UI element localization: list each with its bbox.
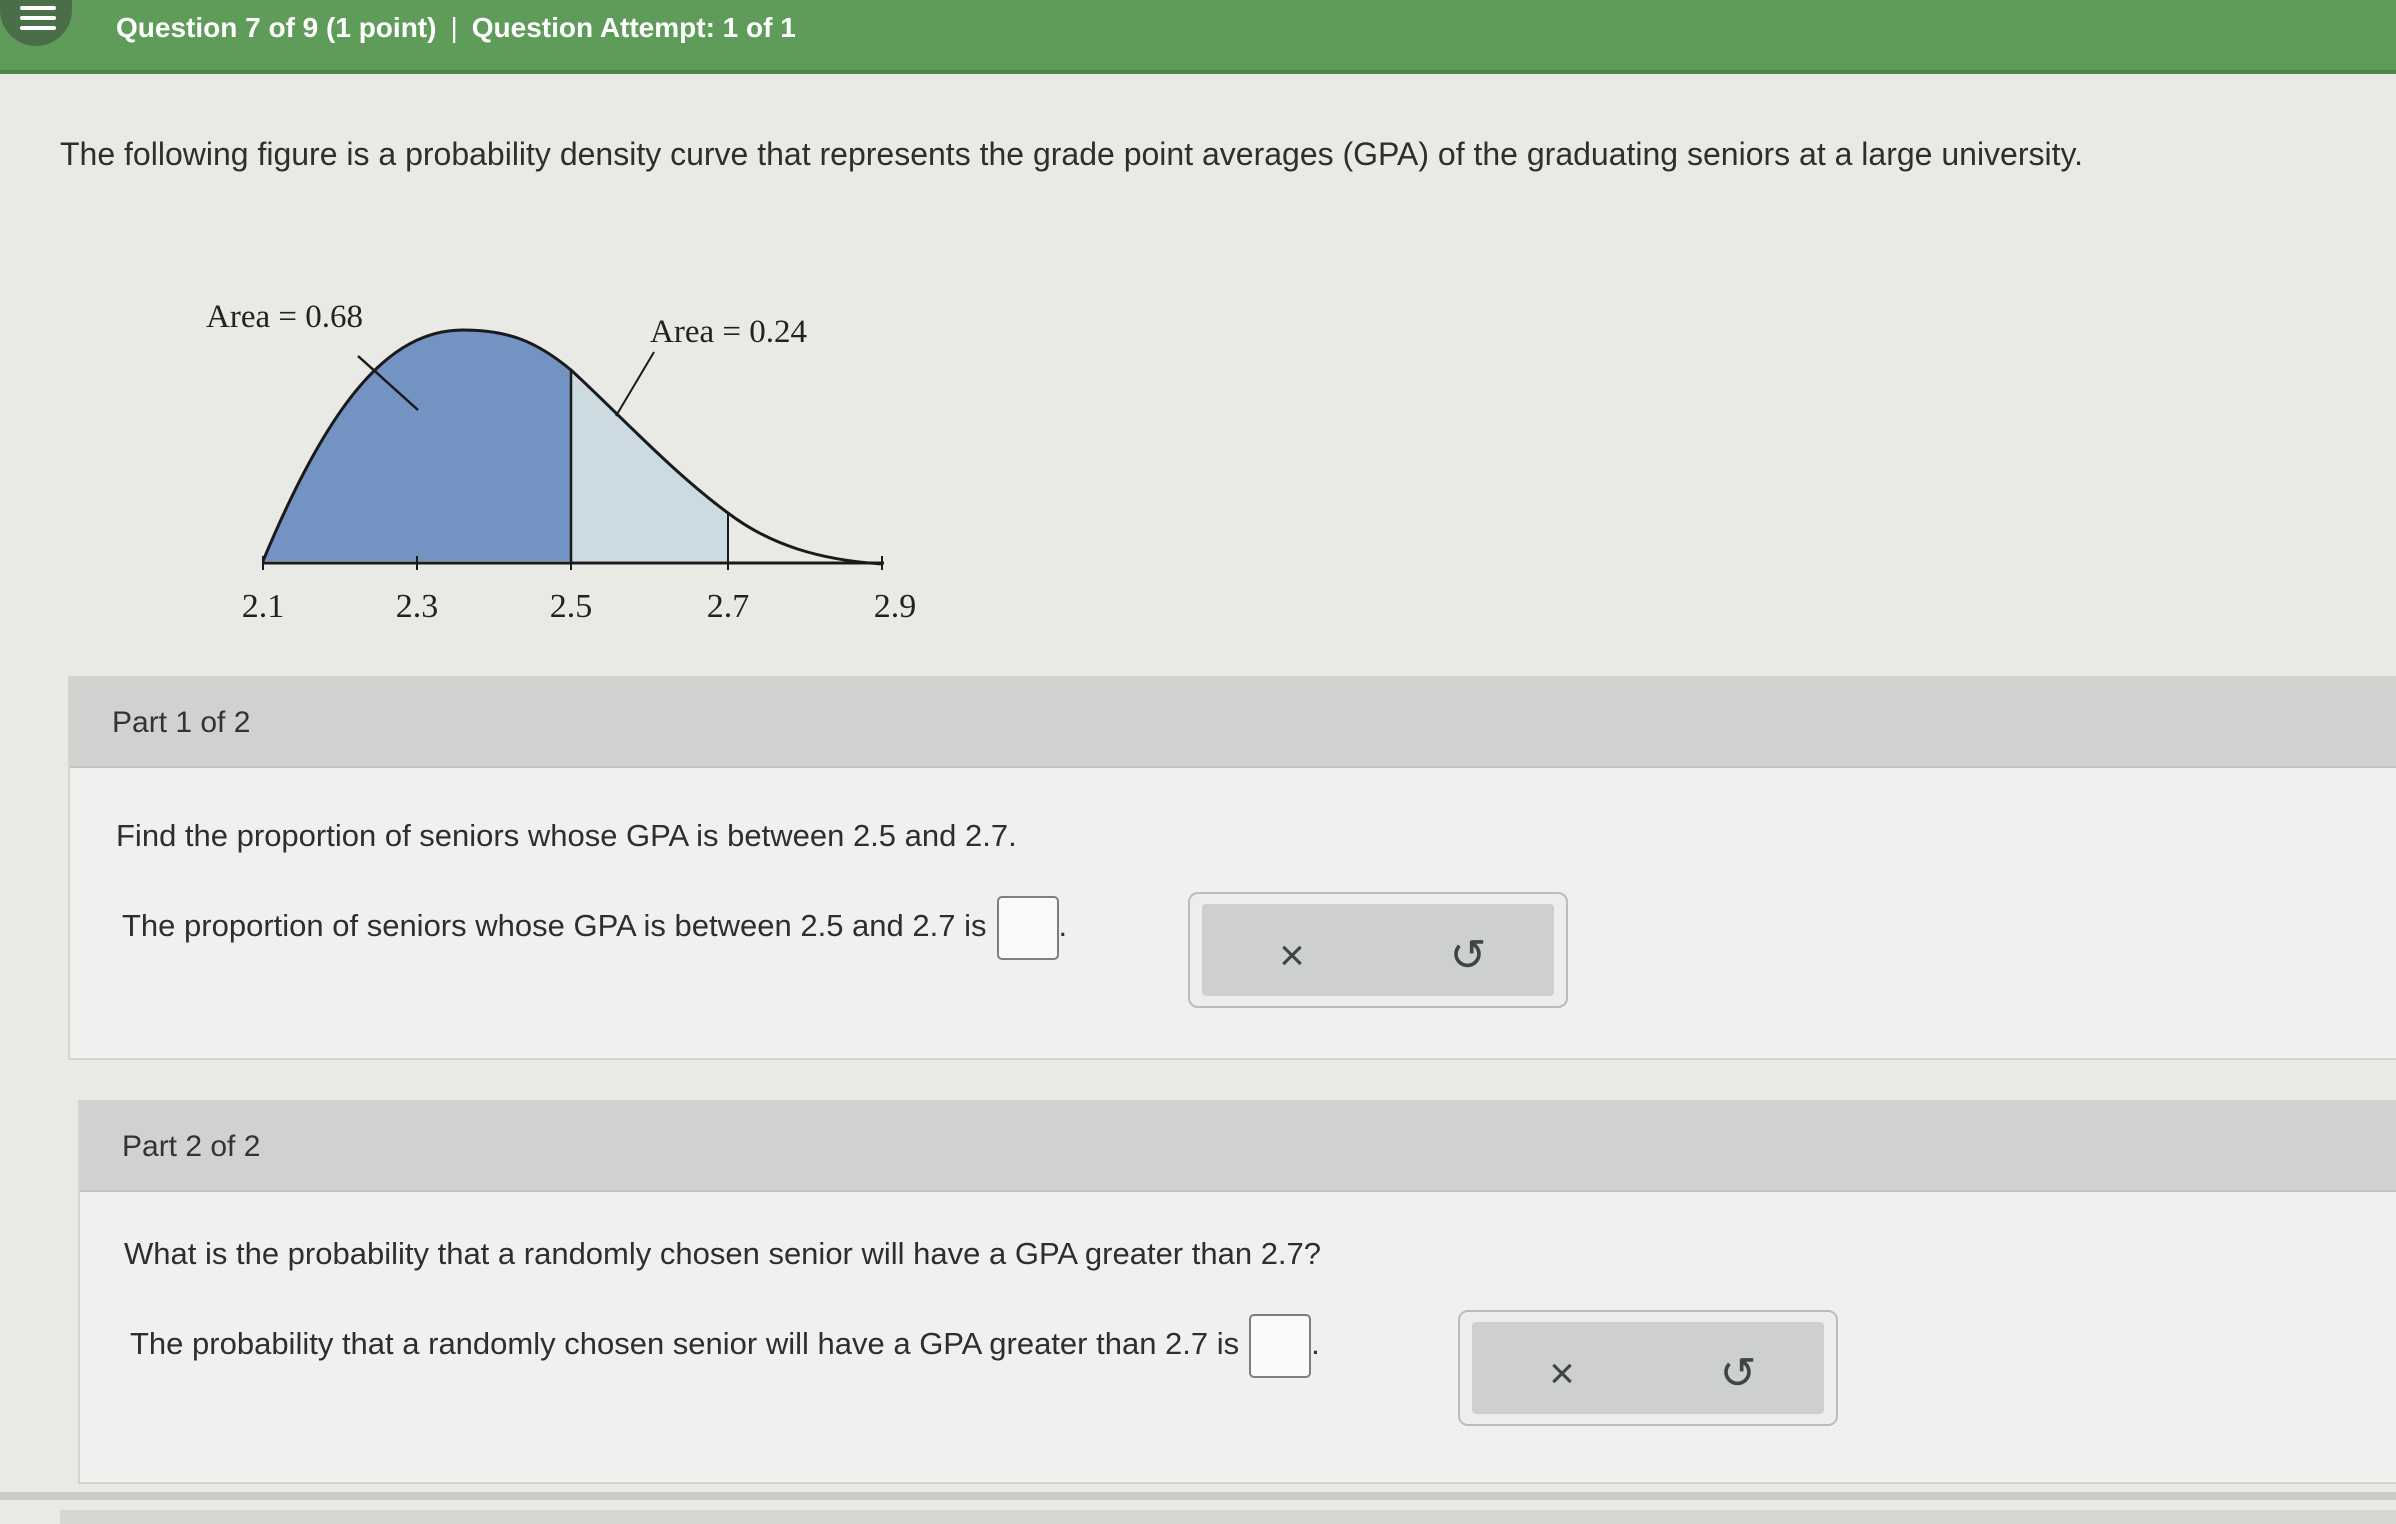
part-1-answer-prompt: The proportion of seniors whose GPA is b… [122,908,987,944]
part-1-reset-button[interactable]: ↺ [1444,932,1492,980]
top-bar: Question 7 of 9 (1 point) | Question Attem… [0,0,2396,74]
part-1-label: Part 1 of 2 [112,706,251,739]
part-2-label: Part 2 of 2 [122,1130,261,1163]
undo-icon: ↺ [1449,931,1487,980]
part-2-answer-input[interactable] [1249,1314,1312,1378]
part-1-button-group: × ↺ [1188,892,1568,1008]
question-attempt: Question Attempt: 1 of 1 [471,12,796,43]
part-2-answer-line: The probability that a randomly chosen s… [130,1314,1320,1378]
part-2-answer-prompt: The probability that a randomly chosen s… [130,1326,1240,1362]
area-region-left [263,330,571,561]
header-separator: | [450,12,458,43]
part-1-answer-suffix: . [1058,908,1068,944]
close-icon: × [1549,1349,1575,1398]
tick-label-2-1: 2.1 [242,588,285,625]
part-2-panel: Part 2 of 2 What is the probability that… [78,1100,2396,1484]
part-2-reset-button[interactable]: ↺ [1714,1350,1762,1398]
tick-label-2-9: 2.9 [874,588,917,625]
part-1-answer-input[interactable] [996,896,1059,960]
tick-label-2-7: 2.7 [707,588,750,625]
tick-label-2-5: 2.5 [550,588,593,625]
pointer-right [615,351,655,417]
part-2-answer-suffix: . [1311,1326,1320,1362]
area-label-right: Area = 0.24 [650,314,807,350]
part-1-panel: Part 1 of 2 Find the proportion of senio… [68,676,2396,1060]
part-1-header: Part 1 of 2 [70,678,2396,768]
question-progress: Question 7 of 9 (1 point) [116,12,437,43]
part-1-question: Find the proportion of seniors whose GPA… [116,818,1017,853]
density-curve-svg: Area = 0.68 Area = 0.24 2.1 2.3 2.5 2.7 … [206,299,917,625]
part-2-header: Part 2 of 2 [80,1102,2396,1192]
part-2-clear-button[interactable]: × [1538,1350,1586,1398]
area-label-left: Area = 0.68 [206,299,363,335]
tick-label-2-3: 2.3 [396,588,439,625]
part-1-button-bar: × ↺ [1202,904,1554,996]
part-2-button-group: × ↺ [1458,1310,1838,1426]
density-curve-figure: Area = 0.68 Area = 0.24 2.1 2.3 2.5 2.7 … [180,280,980,640]
menu-icon[interactable] [0,0,72,46]
bottom-toolbar-edge [60,1510,2396,1524]
part-2-button-bar: × ↺ [1472,1322,1824,1414]
part-1-clear-button[interactable]: × [1268,932,1316,980]
part-2-question: What is the probability that a randomly … [124,1236,1322,1271]
area-region-middle [571,370,728,561]
undo-icon: ↺ [1719,1349,1757,1398]
close-icon: × [1279,931,1305,980]
question-header: Question 7 of 9 (1 point) | Question Attem… [116,12,796,44]
bottom-divider [0,1492,2396,1500]
part-1-answer-line: The proportion of seniors whose GPA is b… [122,896,1067,960]
intro-text: The following figure is a probability de… [60,136,2084,172]
